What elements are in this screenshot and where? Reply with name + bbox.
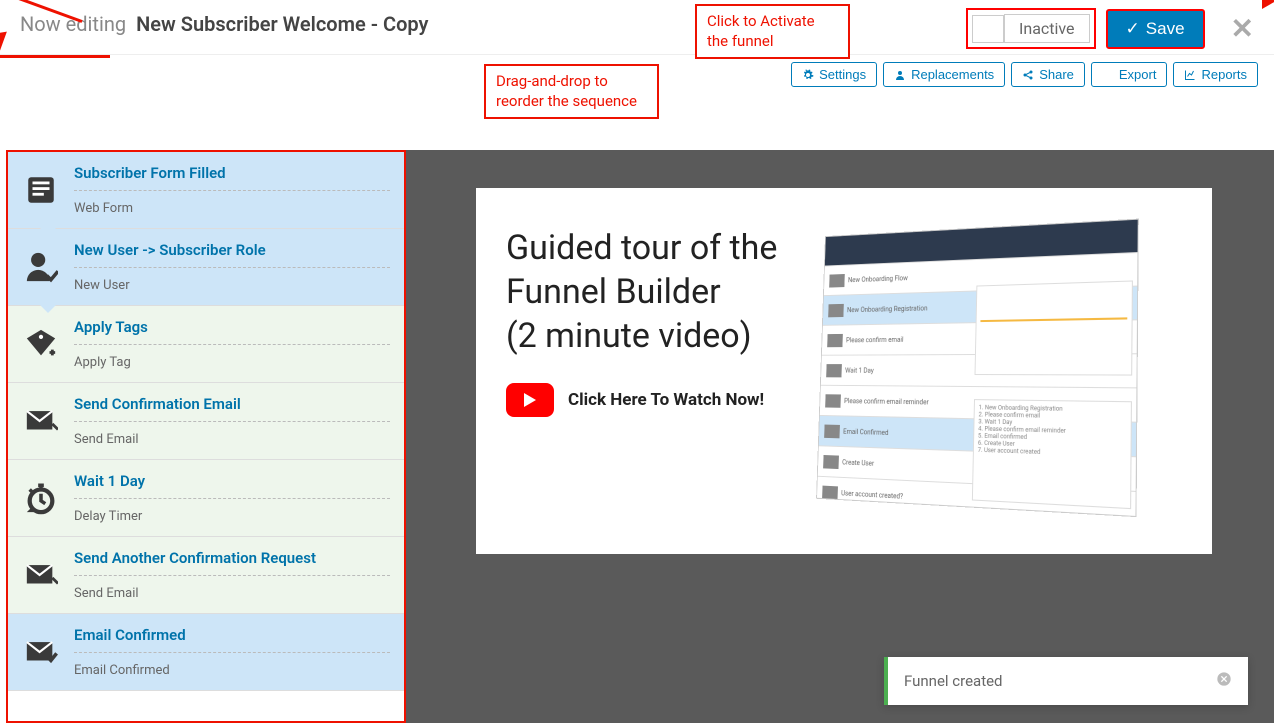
video-card: Guided tour of the Funnel Builder (2 min… [476,188,1212,554]
watch-label: Click Here To Watch Now! [568,390,764,410]
share-icon [1022,69,1034,81]
step-title: Email Confirmed [74,626,390,653]
step-item[interactable]: New User -> Subscriber Role New User [8,229,404,306]
settings-button[interactable]: Settings [791,62,877,87]
replacements-label: Replacements [911,67,994,82]
step-title: New User -> Subscriber Role [74,241,390,268]
watch-row[interactable]: Click Here To Watch Now! [506,383,777,417]
timer-icon [22,479,60,517]
step-title: Apply Tags [74,318,390,345]
step-item[interactable]: Wait 1 Day Delay Timer [8,460,404,537]
gear-icon [802,69,814,81]
header-right: Inactive ✓ Save ✕ [966,8,1254,49]
share-button[interactable]: Share [1011,62,1085,87]
video-title-l1: Guided tour of the [506,228,777,268]
replacements-button[interactable]: Replacements [883,62,1005,87]
save-label: Save [1146,19,1185,39]
inactive-label[interactable]: Inactive [1004,14,1090,43]
arrow-steps [0,58,78,104]
chart-icon [1184,69,1196,81]
header-bar: Now editing New Subscriber Welcome - Cop… [0,0,1274,55]
mail-icon [22,556,60,594]
step-subtitle: New User [74,278,390,293]
play-icon[interactable] [506,383,554,417]
export-button[interactable]: Export [1091,62,1168,87]
step-title: Send Another Confirmation Request [74,549,390,576]
video-title: Guided tour of the Funnel Builder (2 min… [506,226,777,359]
settings-label: Settings [819,67,866,82]
step-title: Send Confirmation Email [74,395,390,422]
toolbar-row: Settings Replacements Share Export Repor… [791,62,1258,87]
funnel-title[interactable]: New Subscriber Welcome - Copy [136,12,428,36]
steps-column[interactable]: Subscriber Form Filled Web Form New User -… [6,150,406,723]
step-title: Wait 1 Day [74,472,390,499]
step-subtitle: Email Confirmed [74,663,390,678]
share-label: Share [1039,67,1074,82]
step-subtitle: Send Email [74,432,390,447]
step-title: Subscriber Form Filled [74,164,390,191]
step-subtitle: Web Form [74,201,390,216]
tag-icon [22,325,60,363]
check-icon: ✓ [1126,19,1140,39]
download-icon [1102,69,1114,81]
step-subtitle: Send Email [74,586,390,601]
main-area: Subscriber Form Filled Web Form New User -… [0,104,1274,723]
step-subtitle: Apply Tag [74,355,390,370]
callout-activate: Click to Activate the funnel [695,4,850,59]
activate-toggle-group: Inactive [966,8,1096,49]
export-label: Export [1119,67,1157,82]
form-icon [22,171,60,209]
step-connector [40,305,56,313]
editing-label: Now editing [20,12,126,36]
video-title-l3: (2 minute video) [506,316,752,356]
step-body: Send Another Confirmation Request Send Em… [74,549,390,601]
step-subtitle: Delay Timer [74,509,390,524]
preview-column: Guided tour of the Funnel Builder (2 min… [406,150,1274,723]
step-body: Apply Tags Apply Tag [74,318,390,370]
close-icon[interactable]: ✕ [1231,12,1254,45]
video-text: Guided tour of the Funnel Builder (2 min… [506,226,777,516]
step-body: New User -> Subscriber Role New User [74,241,390,293]
video-thumbnail: New Onboarding Flow New Onboarding Regis… [817,219,1140,518]
activate-switch[interactable] [972,15,1004,43]
reports-label: Reports [1201,67,1247,82]
step-item[interactable]: Send Confirmation Email Send Email [8,383,404,460]
toast: Funnel created [884,657,1248,705]
mail-icon [22,402,60,440]
mailcheck-icon [22,633,60,671]
user-icon [22,248,60,286]
toast-close-icon[interactable] [1216,671,1232,691]
step-body: Send Confirmation Email Send Email [74,395,390,447]
step-item[interactable]: Apply Tags Apply Tag [8,306,404,383]
user-icon [894,69,906,81]
step-item[interactable]: Send Another Confirmation Request Send Em… [8,537,404,614]
callout-drag: Drag-and-drop to reorder the sequence [484,64,659,119]
step-item[interactable]: Email Confirmed Email Confirmed [8,614,404,691]
save-button[interactable]: ✓ Save [1106,9,1205,49]
toast-message: Funnel created [904,672,1003,690]
step-body: Wait 1 Day Delay Timer [74,472,390,524]
video-title-l2: Funnel Builder [506,272,721,312]
step-item[interactable]: Subscriber Form Filled Web Form [8,152,404,229]
reports-button[interactable]: Reports [1173,62,1258,87]
step-connector [40,228,56,236]
step-body: Subscriber Form Filled Web Form [74,164,390,216]
step-body: Email Confirmed Email Confirmed [74,626,390,678]
